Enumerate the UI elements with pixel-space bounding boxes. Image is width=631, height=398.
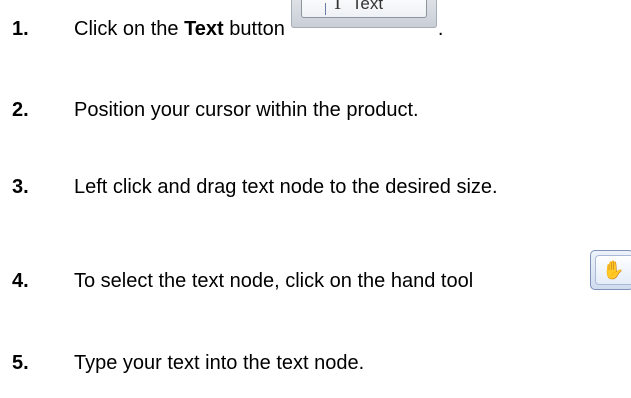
step-number: 4.	[12, 270, 29, 292]
text-button-image: T Text	[290, 0, 437, 28]
step-number: 5.	[12, 352, 29, 374]
step-text-suffix: button	[223, 18, 285, 40]
step-text: To select the text node, click on the ha…	[74, 270, 474, 292]
step-number: 3.	[12, 176, 29, 198]
step-number: 2.	[12, 99, 29, 121]
step-4: 4. To select the text node, click on the…	[0, 250, 631, 296]
hand-tool-button: ✋	[595, 255, 631, 285]
step-1: 1. Click on the Text button T Text.	[0, 0, 631, 44]
step-text-bold: Text	[184, 18, 224, 40]
step-2: 2. Position your cursor within the produ…	[0, 95, 631, 125]
step-5: 5. Type your text into the text node.	[0, 348, 631, 378]
hand-tool-icon: ✋	[602, 260, 625, 280]
text-button: T Text	[300, 0, 427, 18]
text-button-label: Text	[351, 0, 384, 13]
step-text: Position your cursor within the product.	[74, 99, 419, 121]
step-text-trailing: .	[437, 18, 444, 40]
step-text: Type your text into the text node.	[74, 352, 365, 374]
step-text: Left click and drag text node to the des…	[74, 176, 498, 198]
hand-tool-image: ✋	[590, 250, 631, 290]
step-3: 3. Left click and drag text node to the …	[0, 172, 631, 202]
step-number: 1.	[12, 18, 29, 40]
text-cursor-icon	[324, 3, 326, 15]
text-tool-icon: T	[331, 0, 344, 14]
step-text-prefix: Click on the	[74, 18, 185, 40]
step-text: Click on the Text button T Text.	[74, 0, 444, 44]
